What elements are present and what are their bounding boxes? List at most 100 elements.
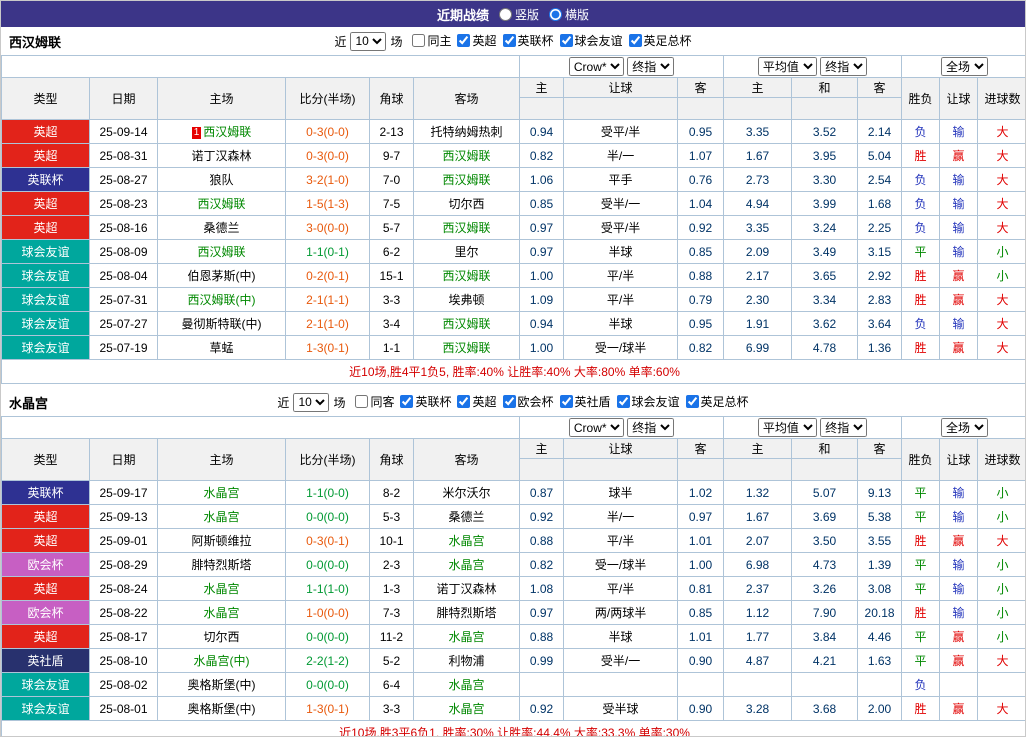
goals-result: 小 (977, 624, 1025, 649)
match-date: 25-08-27 (89, 167, 158, 192)
match-row: 英超 25-08-24 水晶宫 1-1(1-0) 1-3 诺丁汉森林 1.08 平/半 0.81… (1, 576, 1025, 601)
final-odds-select[interactable]: 终指 (627, 418, 675, 437)
match-date: 25-09-01 (89, 528, 158, 553)
col-header-odds-away: 客 (677, 77, 725, 98)
corner-score: 5-3 (369, 504, 414, 529)
average-odds: 1.77 (723, 624, 793, 649)
handicap-odds: 1.07 (677, 143, 725, 168)
col-header-date: 日期 (89, 77, 158, 120)
home-team: 西汉姆联(中) (157, 287, 286, 312)
away-team: 腓特烈斯塔 (412, 600, 521, 625)
average-odds: 1.32 (723, 480, 793, 505)
league-filter-checkbox[interactable] (685, 395, 699, 408)
match-date: 25-08-01 (89, 696, 158, 721)
match-date: 25-08-23 (89, 191, 158, 216)
away-team: 里尔 (412, 239, 521, 264)
match-date: 25-08-22 (89, 600, 158, 625)
odds-controls-row: Crow* 终指 平均值 终指 全场 (1, 416, 1025, 439)
corner-score: 15-1 (369, 263, 414, 288)
match-type-badge: 球会友谊 (1, 311, 90, 336)
score: 0-0(0-0) (285, 504, 370, 529)
same-venue-checkbox[interactable] (412, 34, 426, 47)
horizontal-layout-radio[interactable] (549, 7, 562, 21)
away-team: 诺丁汉森林 (412, 576, 521, 601)
league-filter-checkbox[interactable] (559, 395, 573, 408)
average-odds: 3.15 (857, 239, 903, 264)
handicap-odds: 0.85 (519, 191, 565, 216)
score: 1-3(0-1) (285, 335, 370, 360)
vertical-layout-label: 竖版 (514, 7, 539, 22)
score: 3-2(1-0) (285, 167, 370, 192)
final-odds-select[interactable]: 终指 (627, 57, 675, 76)
col-header-corner: 角球 (369, 77, 414, 120)
corner-score: 11-2 (369, 624, 414, 649)
corner-score: 6-2 (369, 239, 414, 264)
handicap-line: 半球 (563, 624, 679, 649)
col-header-odds-home: 主 (519, 77, 565, 98)
odds-source-select[interactable]: Crow* (568, 57, 624, 76)
handicap-odds: 1.00 (519, 335, 565, 360)
average-odds: 3.49 (791, 239, 859, 264)
near-count-select[interactable]: 10 (350, 31, 387, 51)
match-date: 25-08-10 (89, 648, 158, 673)
league-filter-checkbox-label: 欧会杯 (502, 393, 554, 410)
league-filter-checkbox[interactable] (502, 395, 516, 408)
league-filter-checkbox[interactable] (616, 395, 630, 408)
final-odds-select[interactable]: 终指 (820, 57, 868, 76)
average-odds: 3.28 (723, 696, 793, 721)
average-odds: 1.67 (723, 143, 793, 168)
league-filter-checkbox[interactable] (457, 34, 471, 47)
column-header-row: 类型 日期 主场 比分(半场) 角球 客场 主 让球 客 主 和 客 胜负 让球… (1, 438, 1025, 481)
checkbox-label: 欧会杯 (517, 395, 554, 409)
corner-score: 3-3 (369, 287, 414, 312)
average-odds: 4.78 (791, 335, 859, 360)
col-header-avg-home: 主 (723, 77, 793, 98)
match-type-badge: 球会友谊 (1, 672, 90, 697)
average-odds: 2.07 (723, 528, 793, 553)
home-team: 水晶宫 (157, 504, 286, 529)
col-header-date: 日期 (89, 438, 158, 481)
near-count-select[interactable]: 10 (293, 392, 330, 412)
league-filter-checkbox[interactable] (559, 34, 573, 47)
match-result: 平 (901, 480, 941, 505)
scope-select[interactable]: 全场 (941, 57, 989, 76)
home-team-name: 草蜢 (209, 341, 234, 355)
average-odds-select[interactable]: 平均值 (757, 418, 817, 437)
match-result: 平 (901, 648, 941, 673)
goals-result: 小 (977, 576, 1025, 601)
away-team-name: 水晶宫 (448, 630, 485, 644)
final-odds-select[interactable]: 终指 (820, 418, 868, 437)
match-result: 负 (901, 215, 941, 240)
handicap-line: 平手 (563, 167, 679, 192)
match-result: 负 (901, 119, 941, 144)
col-header-score: 比分(半场) (285, 77, 370, 120)
vertical-layout-radio[interactable] (498, 7, 512, 21)
handicap-line: 受一/球半 (563, 552, 679, 577)
score: 1-1(1-0) (285, 576, 370, 601)
average-odds: 1.68 (857, 191, 903, 216)
average-odds: 5.38 (857, 504, 903, 529)
checkbox-label: 英联杯 (517, 34, 554, 48)
home-team-name: 水晶宫 (203, 510, 240, 524)
header-spacer-cell (519, 458, 565, 481)
league-filter-checkbox[interactable] (502, 34, 516, 47)
league-filter-checkbox[interactable] (400, 395, 414, 408)
home-team: 伯恩茅斯(中) (157, 263, 286, 288)
average-odds: 3.08 (857, 576, 903, 601)
average-odds (791, 672, 859, 697)
match-type-badge: 球会友谊 (1, 335, 90, 360)
col-header-type: 类型 (1, 438, 90, 481)
same-venue-checkbox[interactable] (355, 395, 369, 408)
match-filters: 近 10 场 同客 英联杯 英超 欧会杯 英社盾 球会友谊 英足总杯 (277, 392, 749, 412)
header-spacer-cell (857, 458, 903, 481)
league-filter-checkbox[interactable] (457, 395, 471, 408)
odds-source-select[interactable]: Crow* (568, 418, 624, 437)
corner-score: 10-1 (369, 528, 414, 553)
average-odds: 9.13 (857, 480, 903, 505)
average-odds (723, 672, 793, 697)
match-type-badge: 英超 (1, 624, 90, 649)
home-team-name: 狼队 (209, 173, 234, 187)
scope-select[interactable]: 全场 (941, 418, 989, 437)
league-filter-checkbox[interactable] (628, 34, 642, 47)
average-odds-select[interactable]: 平均值 (757, 57, 817, 76)
